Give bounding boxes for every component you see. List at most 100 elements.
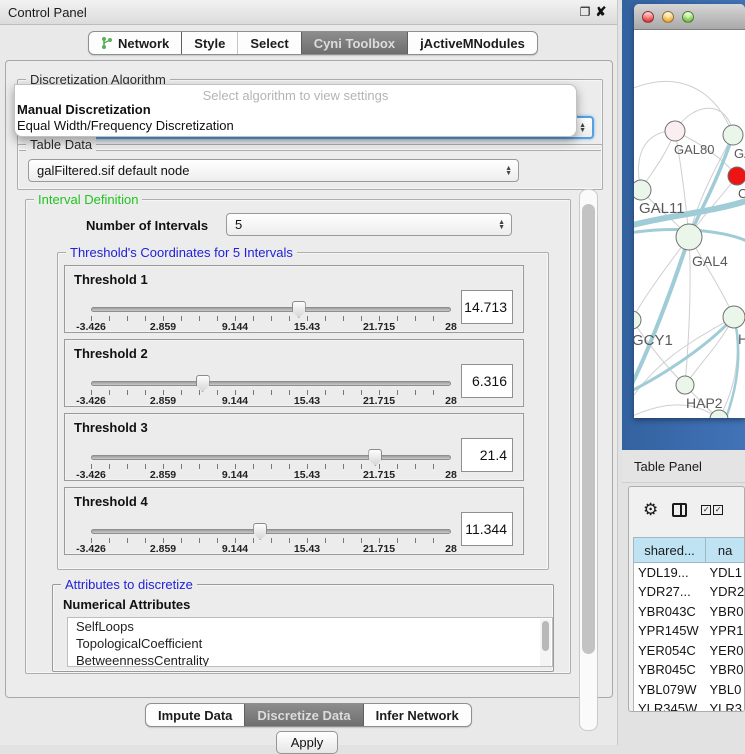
table-data-combobox[interactable]: galFiltered.sif default node ▲▼ [28, 159, 519, 182]
table-cell[interactable]: YDL1 [706, 563, 745, 583]
table-cell[interactable]: YLR3 [706, 699, 745, 712]
combo-arrows-icon: ▲▼ [498, 220, 507, 230]
node-gal80[interactable] [665, 121, 685, 141]
algorithm-dropdown-popup: Select algorithm to view settings Manual… [14, 84, 577, 137]
table-cell[interactable]: YBR0 [706, 602, 745, 622]
table-cell[interactable]: YBR043C [634, 602, 706, 622]
mac-close-icon[interactable] [642, 11, 654, 23]
threshold-4-value[interactable]: 11.344 [461, 512, 513, 546]
node-attribute-table: shared... na YDL19...YDL1YDR27...YDR2YBR… [633, 537, 745, 712]
mac-zoom-icon[interactable] [682, 11, 694, 23]
table-cell[interactable]: YBR0 [706, 660, 745, 680]
table-row[interactable]: YBR045CYBR0 [634, 660, 745, 680]
table-row[interactable]: YLR345WYLR3 [634, 699, 745, 712]
tab-select[interactable]: Select [238, 32, 301, 54]
list-item[interactable]: BetweennessCentrality [68, 652, 552, 667]
panel-title: Control Panel [8, 5, 577, 20]
table-row[interactable]: YER054CYER0 [634, 641, 745, 661]
node-label: GAL80 [674, 142, 714, 157]
table-cell[interactable]: YBL0 [706, 680, 745, 700]
table-cell[interactable]: YPR1 [706, 621, 745, 641]
tab-network[interactable]: Network [89, 32, 182, 54]
thresholds-group-title: Threshold's Coordinates for 5 Intervals [66, 245, 297, 260]
table-cell[interactable]: YER0 [706, 641, 745, 661]
network-graph: GAL80 GA C GAL11 GAL4 GCY1 H HAP2 [634, 30, 745, 418]
table-cell[interactable]: YPR145W [634, 621, 706, 641]
node-bottom[interactable] [710, 410, 728, 418]
table-cell[interactable]: YLR345W [634, 699, 706, 712]
table-row[interactable]: YBR043CYBR0 [634, 602, 745, 622]
num-intervals-combobox[interactable]: 5 ▲▼ [226, 213, 512, 236]
control-panel-window: Control Panel ❐ ✘ Network Style Select C… [0, 0, 618, 745]
column-header-shared[interactable]: shared... [634, 538, 706, 563]
main-vertical-scrollbar[interactable] [579, 189, 598, 731]
slider-tick-labels: -3.426 2.859 9.144 15.43 21.715 28 [91, 321, 451, 333]
tab-infer-network[interactable]: Infer Network [364, 704, 471, 726]
node-hap2[interactable] [676, 376, 694, 394]
node-label: C [738, 186, 745, 201]
gear-icon[interactable]: ⚙ [643, 500, 658, 520]
table-cell[interactable]: YDL19... [634, 563, 706, 583]
slider-track[interactable] [91, 307, 451, 312]
node-label: GCY1 [634, 332, 673, 349]
threshold-1-value[interactable]: 14.713 [461, 290, 513, 324]
table-row[interactable]: YDR27...YDR2 [634, 582, 745, 602]
close-icon[interactable]: ✘ [593, 4, 609, 20]
list-item[interactable]: SelfLoops [68, 618, 552, 635]
list-item[interactable]: TopologicalCoefficient [68, 635, 552, 652]
table-cell[interactable]: YDR2 [706, 582, 745, 602]
threshold-2-value[interactable]: 6.316 [461, 364, 513, 398]
table-row[interactable]: YBL079WYBL0 [634, 680, 745, 700]
node-ga[interactable] [723, 125, 743, 145]
threshold-3-value[interactable]: 21.4 [461, 438, 513, 472]
attributes-list-scrollbar[interactable] [540, 619, 551, 667]
split-columns-icon[interactable] [672, 503, 687, 517]
threshold-2-slider[interactable]: -3.426 2.859 9.144 15.43 21.715 28 [91, 376, 451, 402]
node-h[interactable] [723, 306, 745, 328]
float-window-icon[interactable]: ❐ [577, 5, 593, 19]
mac-minimize-icon[interactable] [662, 11, 674, 23]
apply-button[interactable]: Apply [276, 731, 338, 754]
popup-option-equal-width[interactable]: Equal Width/Frequency Discretization [15, 118, 576, 134]
select-columns-icons[interactable]: ✓ ✓ [701, 505, 723, 515]
tab-cyni-toolbox[interactable]: Cyni Toolbox [302, 32, 408, 54]
node-gal11[interactable] [634, 180, 651, 200]
table-header-row: shared... na [634, 538, 745, 563]
slider-track[interactable] [91, 529, 451, 534]
interval-definition-title: Interval Definition [34, 192, 142, 207]
table-row[interactable]: YPR145WYPR1 [634, 621, 745, 641]
network-canvas[interactable]: GAL80 GA C GAL11 GAL4 GCY1 H HAP2 [634, 30, 745, 418]
tab-network-label: Network [118, 36, 169, 51]
threshold-3-slider[interactable]: -3.426 2.859 9.144 15.43 21.715 28 [91, 450, 451, 476]
numerical-attributes-label: Numerical Attributes [63, 597, 190, 612]
threshold-label: Threshold 1 [74, 272, 148, 287]
node-gcy1[interactable] [634, 311, 641, 329]
slider-track[interactable] [91, 381, 451, 386]
bottom-tab-bar: Impute Data Discretize Data Infer Networ… [145, 703, 472, 727]
slider-track[interactable] [91, 455, 451, 460]
combo-arrows-icon: ▲▼ [579, 123, 588, 133]
table-cell[interactable]: YER054C [634, 641, 706, 661]
table-cell[interactable]: YBR045C [634, 660, 706, 680]
table-row[interactable]: YDL19...YDL1 [634, 563, 745, 583]
table-panel-window: ⚙ ✓ ✓ shared... na YDL19...YDL1YDR27...Y… [628, 486, 745, 712]
node-selected-red[interactable] [728, 167, 745, 185]
threshold-3-panel: Threshold 3 -3.426 2.859 9.144 15.43 21.… [64, 413, 524, 481]
table-data-title: Table Data [26, 137, 96, 152]
tab-discretize-data[interactable]: Discretize Data [245, 704, 363, 726]
tab-impute-data[interactable]: Impute Data [146, 704, 245, 726]
scrollbar-thumb[interactable] [582, 204, 595, 654]
control-panel-titlebar: Control Panel ❐ ✘ [0, 0, 617, 25]
threshold-4-slider[interactable]: -3.426 2.859 9.144 15.43 21.715 28 [91, 524, 451, 550]
column-header-name[interactable]: na [706, 538, 745, 563]
table-cell[interactable]: YBL079W [634, 680, 706, 700]
popup-option-manual[interactable]: Manual Discretization [15, 102, 576, 118]
node-label: H [738, 331, 745, 347]
tab-style[interactable]: Style [182, 32, 238, 54]
tab-jactivemnodules[interactable]: jActiveMNodules [408, 32, 537, 54]
threshold-2-panel: Threshold 2 -3.426 2.859 9.144 15.43 21.… [64, 339, 524, 407]
node-gal4[interactable] [676, 224, 702, 250]
table-cell[interactable]: YDR27... [634, 582, 706, 602]
table-panel-toolbar: ⚙ ✓ ✓ [629, 487, 744, 533]
threshold-1-slider[interactable]: -3.426 2.859 9.144 15.43 21.715 28 [91, 302, 451, 328]
